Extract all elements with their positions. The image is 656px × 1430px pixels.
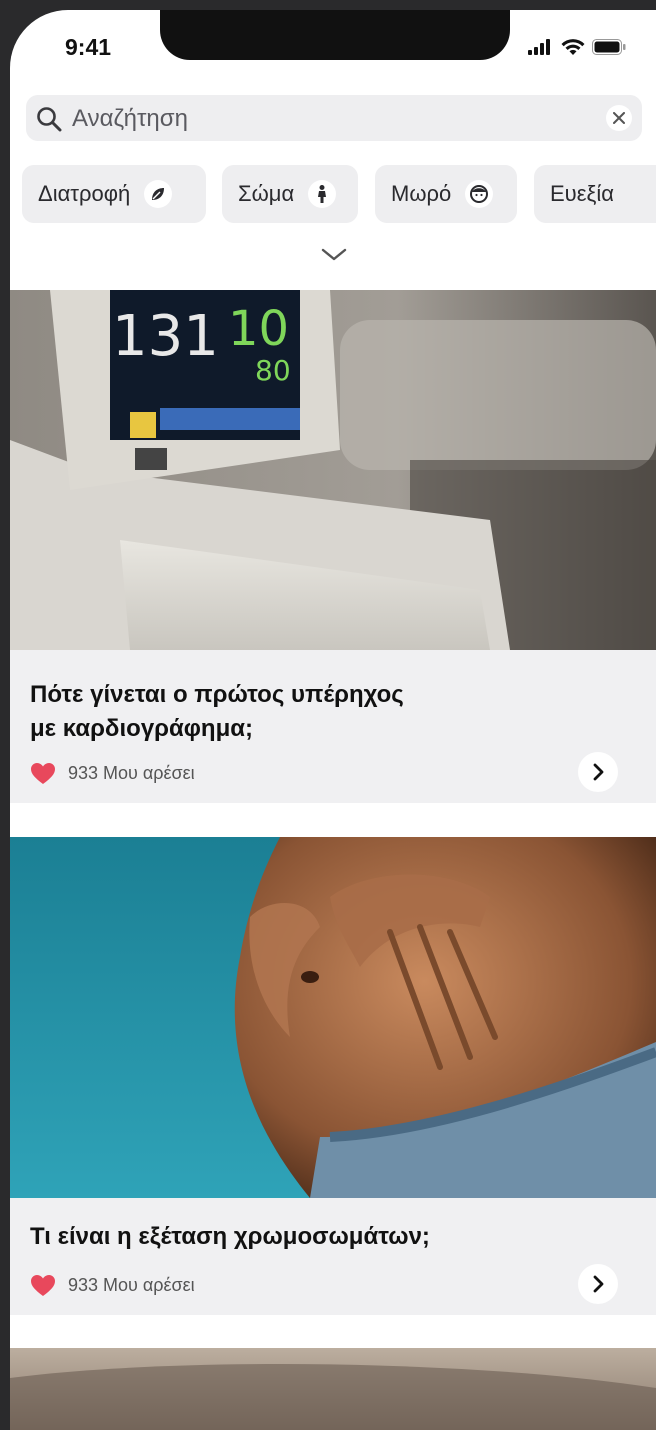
- chevron-right-icon: [593, 1275, 604, 1293]
- article-image-belly: [10, 837, 656, 1198]
- wifi-icon: [561, 39, 585, 55]
- likes-row[interactable]: 933 Μου αρέσει: [30, 762, 195, 785]
- leaf-icon: [152, 188, 165, 200]
- article-card[interactable]: 131 10 80 Πότε γίνεται ο πρώτος υπέρηχος…: [10, 290, 656, 803]
- search-input[interactable]: [70, 103, 594, 135]
- chip-baby[interactable]: Μωρό: [375, 165, 517, 223]
- close-icon: [613, 112, 625, 124]
- status-time: 9:41: [65, 34, 112, 60]
- heart-icon[interactable]: [30, 762, 56, 785]
- status-bar: 9:41: [10, 10, 656, 90]
- chevron-down-icon[interactable]: [321, 248, 347, 262]
- chevron-right-icon: [593, 763, 604, 781]
- app-screen: 9:41 Αναζήτηση Διατροφή Σώμα Μωρό Ευεξία…: [10, 10, 656, 1430]
- article-card[interactable]: [10, 1348, 656, 1430]
- chip-body[interactable]: Σώμα: [222, 165, 358, 223]
- search-bar[interactable]: [26, 95, 642, 141]
- search-icon: [37, 107, 62, 132]
- heart-icon[interactable]: [30, 1274, 56, 1297]
- chip-label: Σώμα: [238, 181, 295, 206]
- article-title: Τι είναι η εξέταση χρωμοσωμάτων;: [30, 1223, 430, 1250]
- article-card[interactable]: Τι είναι η εξέταση χρωμοσωμάτων; 933 Μου…: [10, 837, 656, 1315]
- open-article-button[interactable]: [578, 752, 618, 792]
- clear-search-button[interactable]: [606, 105, 632, 131]
- svg-text:131: 131: [112, 304, 219, 369]
- likes-row[interactable]: 933 Μου αρέσει: [30, 1274, 195, 1297]
- status-icons: [528, 38, 626, 56]
- svg-text:10: 10: [228, 301, 289, 357]
- likes-count: 933 Μου αρέσει: [68, 763, 195, 783]
- likes-count: 933 Μου αρέσει: [68, 1275, 195, 1295]
- article-image-monitor: 131 10 80: [10, 290, 656, 650]
- chip-nutrition[interactable]: Διατροφή: [22, 165, 206, 223]
- chip-label: Μωρό: [391, 181, 452, 206]
- article-title: Πότε γίνεται ο πρώτος υπέρηχος με καρδιο…: [30, 681, 404, 742]
- article-image-partial: [10, 1348, 656, 1430]
- svg-text:80: 80: [255, 354, 291, 387]
- cellular-signal-icon: [528, 39, 550, 55]
- baby-face-icon: [470, 185, 489, 203]
- device-notch: [160, 10, 510, 60]
- open-article-button[interactable]: [578, 1264, 618, 1304]
- chip-label: Ευεξία: [550, 181, 614, 206]
- battery-icon: [592, 39, 626, 55]
- chip-wellness[interactable]: Ευεξία: [534, 165, 656, 223]
- person-icon: [318, 185, 327, 203]
- chip-label: Διατροφή: [38, 181, 131, 206]
- category-chips: Διατροφή Σώμα Μωρό Ευεξία: [22, 165, 656, 225]
